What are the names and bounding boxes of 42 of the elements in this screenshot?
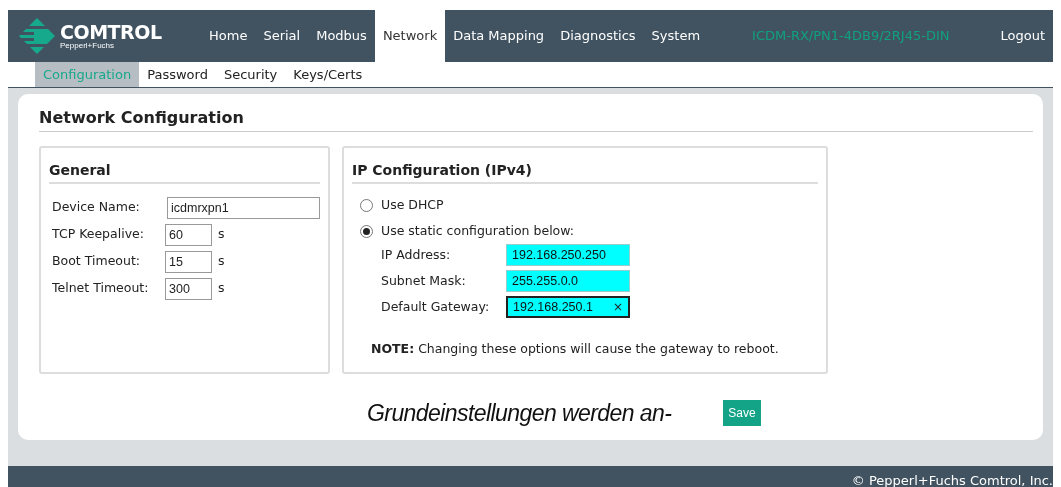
nav-tab[interactable]: Data Mapping: [445, 10, 553, 62]
text-field[interactable]: 300: [165, 277, 212, 300]
footer-copyright: © Pepperl+Fuchs Comtrol, Inc.: [851, 474, 1053, 487]
field-label: Subnet Mask:: [381, 271, 467, 290]
field-label: Telnet Timeout:: [52, 279, 150, 298]
logout-link[interactable]: Logout: [1000, 26, 1045, 46]
ip-field[interactable]: 192.168.250.250: [506, 244, 630, 266]
section-title: General: [49, 162, 111, 178]
text-field[interactable]: 60: [165, 223, 212, 246]
radio-button[interactable]: [360, 198, 373, 212]
sub-nav-tab[interactable]: Password: [139, 62, 216, 87]
sub-nav-tab[interactable]: Keys/Certs: [285, 62, 371, 87]
section-title: IP Configuration (IPv4): [352, 162, 532, 178]
caption-text: Grundeinstellungen werden an-: [367, 399, 672, 428]
device-model: ICDM-RX/PN1-4DB9/2RJ45-DIN: [752, 27, 950, 46]
note-text: NOTE: Changing these options will cause the gateway to reboot.: [371, 340, 779, 356]
field-label: Default Gateway:: [381, 297, 491, 316]
logo-wordmark: COMTROL: [60, 22, 162, 42]
sub-nav-tab[interactable]: Security: [215, 62, 286, 87]
nav-tab[interactable]: System: [643, 10, 709, 62]
nav-tab[interactable]: Serial: [255, 10, 309, 62]
logo-icon: [18, 17, 56, 55]
page-title: Network Configuration: [39, 108, 244, 127]
field-label: Device Name:: [52, 198, 141, 217]
field-label: IP Address:: [381, 245, 452, 264]
nav-tab[interactable]: Modbus: [308, 10, 375, 62]
text-field[interactable]: icdmrxpn1: [167, 196, 320, 219]
unit-label: s: [218, 252, 225, 271]
nav-tab[interactable]: Diagnostics: [552, 10, 644, 62]
radio-label: Use DHCP: [381, 196, 444, 214]
ip-field[interactable]: 192.168.250.1 ×: [506, 296, 630, 318]
radio-label: Use static configuration below:: [381, 221, 574, 240]
field-label: Boot Timeout:: [52, 252, 142, 271]
field-label: TCP Keepalive:: [52, 225, 145, 244]
logo-tagline: Pepperl+Fuchs: [60, 41, 116, 50]
ip-field[interactable]: 255.255.0.0: [506, 270, 630, 292]
unit-label: s: [218, 225, 225, 244]
unit-label: s: [218, 279, 225, 298]
nav-tab[interactable]: Home: [201, 10, 256, 62]
radio-button[interactable]: [360, 224, 373, 238]
text-field[interactable]: 15: [165, 250, 212, 273]
clear-button[interactable]: ×: [612, 298, 623, 316]
